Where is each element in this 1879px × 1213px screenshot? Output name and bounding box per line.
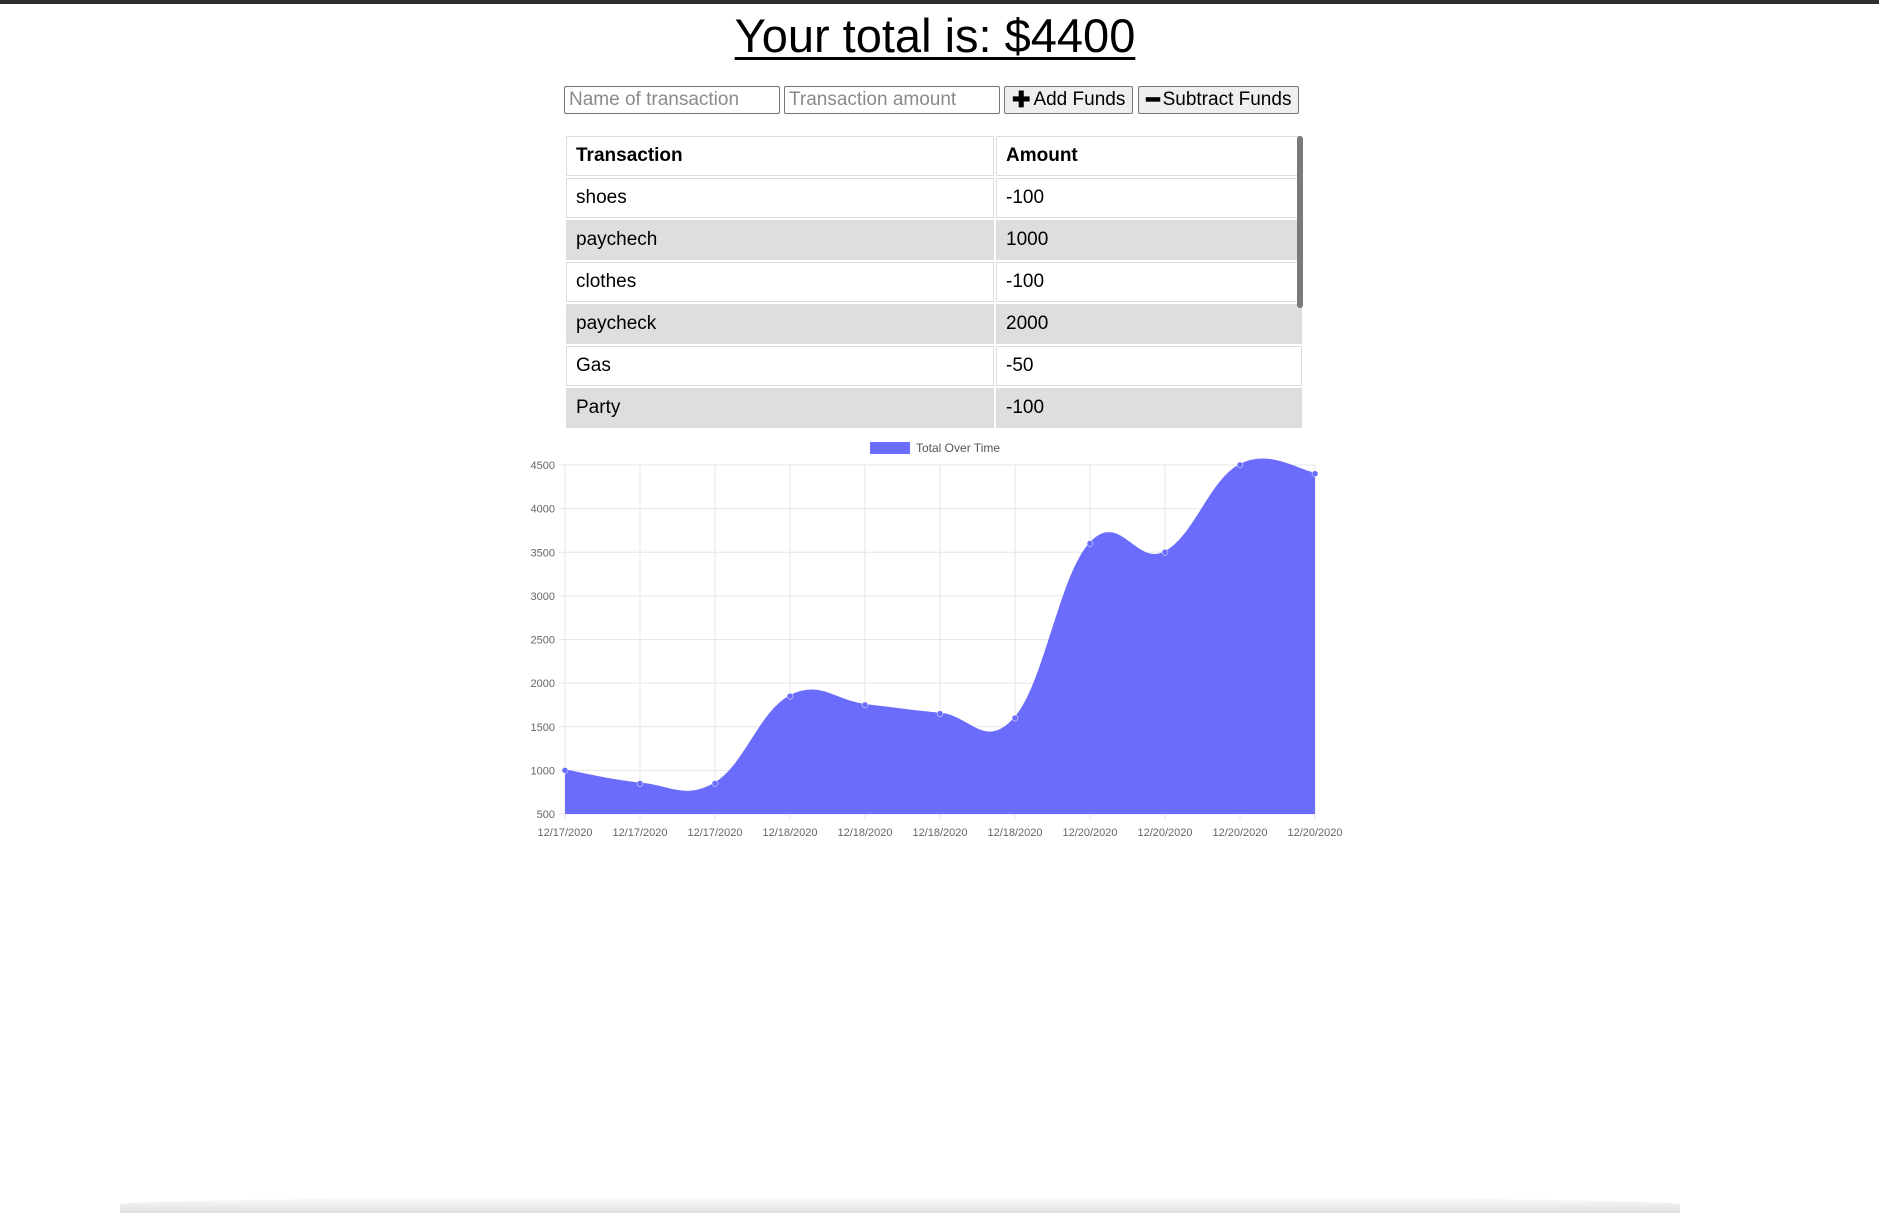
minus-icon: ━ [1146,87,1160,112]
y-tick-label: 4500 [531,460,555,472]
x-tick-label: 12/20/2020 [1137,827,1192,839]
add-funds-button[interactable]: ✚ Add Funds [1004,86,1134,114]
y-tick-label: 2000 [531,678,555,690]
x-tick-label: 12/20/2020 [1062,827,1117,839]
transaction-form: ✚ Add Funds ━ Subtract Funds [564,86,1304,114]
x-tick-label: 12/17/2020 [537,827,592,839]
transaction-name-cell: paycheck [566,304,994,344]
transaction-amount-input[interactable] [784,86,1000,114]
data-point [1311,470,1319,477]
table-scrollbar-thumb[interactable] [1297,136,1303,308]
x-tick-label: 12/18/2020 [837,827,892,839]
total-over-time-chart: 500 1000 1500 2000 2500 3000 3500 4000 4500 12/17… [531,458,1343,839]
transaction-amount-cell: 2000 [996,304,1302,344]
y-tick-label: 2500 [531,635,555,647]
x-tick-label: 12/18/2020 [762,827,817,839]
data-point [1086,540,1094,547]
y-tick-label: 1000 [531,765,555,777]
x-tick-label: 12/18/2020 [912,827,967,839]
x-tick-label: 12/18/2020 [987,827,1042,839]
page-bottom-shadow [120,1196,1680,1213]
transaction-name-cell: Gas [566,346,994,386]
table-row: clothes -100 [566,262,1302,302]
data-point [786,692,794,700]
transaction-name-input[interactable] [564,86,780,114]
transaction-amount-cell: -100 [996,262,1302,302]
x-tick-label: 12/17/2020 [612,827,667,839]
plus-icon: ✚ [1012,87,1031,112]
transaction-name-cell: clothes [566,262,994,302]
table-header-row: Transaction Amount [566,136,1302,176]
transactions-table-container[interactable]: Transaction Amount shoes -100 paychech 1… [564,134,1304,430]
x-tick-label: 12/20/2020 [1212,827,1267,839]
transaction-name-cell: shoes [566,178,994,218]
transaction-name-cell: Party [566,388,994,428]
transactions-table: Transaction Amount shoes -100 paychech 1… [564,134,1304,430]
transaction-amount-cell: -50 [996,346,1302,386]
data-point [1011,714,1019,722]
table-row: Party -100 [566,388,1302,428]
data-point [561,767,569,774]
table-row: shoes -100 [566,178,1302,218]
x-tick-label: 12/20/2020 [1287,827,1342,839]
table-row: Gas -50 [566,346,1302,386]
subtract-funds-button[interactable]: ━ Subtract Funds [1138,86,1300,114]
column-header-amount: Amount [996,136,1302,176]
y-tick-label: 1500 [531,722,555,734]
column-header-transaction: Transaction [566,136,994,176]
subtract-funds-label: Subtract Funds [1162,89,1292,110]
transaction-name-cell: paychech [566,220,994,260]
table-row: paychech 1000 [566,220,1302,260]
y-tick-label: 500 [537,809,555,821]
data-point [1236,461,1244,469]
total-label: Your total is: $4400 [734,9,1136,62]
data-point [636,780,644,787]
data-point [711,780,719,787]
y-tick-label: 3500 [531,547,555,559]
transaction-amount-cell: -100 [996,388,1302,428]
transaction-amount-cell: -100 [996,178,1302,218]
data-point [936,710,944,717]
add-funds-label: Add Funds [1033,89,1126,110]
y-tick-label: 3000 [531,591,555,603]
transaction-amount-cell: 1000 [996,220,1302,260]
y-tick-label: 4000 [531,504,555,516]
data-point [1161,549,1169,556]
total-heading: Your total is: $4400 [0,6,1870,66]
table-row: paycheck 2000 [566,304,1302,344]
x-tick-label: 12/17/2020 [687,827,742,839]
data-point [861,701,869,709]
window-top-border [0,0,1879,4]
